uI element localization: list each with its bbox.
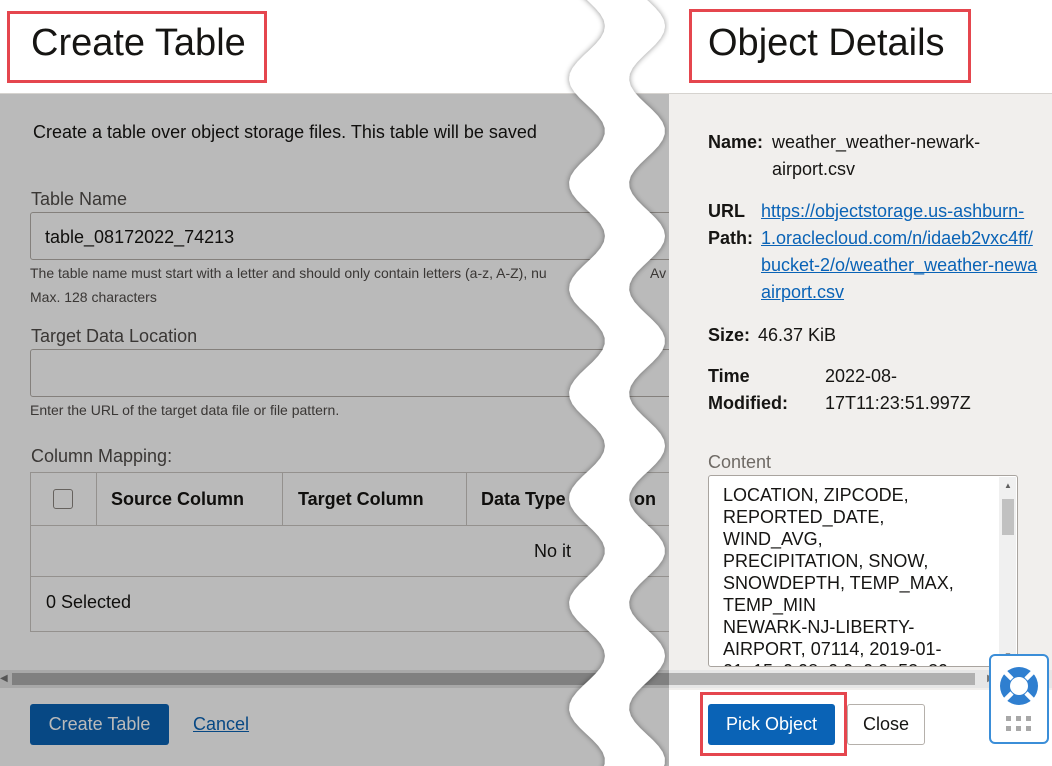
scrollbar-thumb[interactable] [669,673,975,685]
name-value-line1: weather_weather-newark- [772,132,981,152]
lifebuoy-icon [1000,667,1038,731]
content-textarea[interactable]: LOCATION, ZIPCODE, REPORTED_DATE, WIND_A… [708,475,1018,667]
torn-edge-divider [569,0,665,766]
column-mapping-label: Column Mapping: [31,446,173,466]
url-link-line4[interactable]: airport.csv [761,282,844,302]
button-highlight-box [700,692,847,756]
selected-count: 0 Selected [46,592,132,612]
header-target-column[interactable]: Target Column [298,489,424,510]
url-link-line3[interactable]: bucket-2/o/weather_weather-newa [761,255,1037,275]
scroll-up-icon[interactable]: ▲ [1004,481,1012,490]
name-value-line2: airport.csv [772,159,856,179]
time-value-line2: 17T11:23:51.997Z [825,393,971,413]
url-label-line2: Path: [708,228,753,248]
close-button[interactable]: Close [847,704,925,745]
content-text: LOCATION, ZIPCODE, REPORTED_DATE, WIND_A… [723,485,954,666]
vertical-scrollbar[interactable]: ▲ ▼ [999,477,1016,665]
header-divider [466,473,467,525]
header-divider [282,473,283,525]
header-divider [96,473,97,525]
content-label: Content [708,452,772,472]
title-highlight-box [7,11,267,83]
table-name-max: Max. 128 characters [30,289,157,305]
checkbox-icon[interactable] [53,489,73,509]
size-value: 46.37 KiB [758,325,837,345]
grid-dots-icon [1006,716,1031,731]
size-label: Size: [708,325,751,345]
create-table-button[interactable]: Create Table [30,704,169,745]
url-link-line1[interactable]: https://objectstorage.us-ashburn- [761,201,1024,221]
table-name-help: The table name must start with a letter … [30,265,547,281]
cancel-link[interactable]: Cancel [193,714,249,735]
help-widget[interactable] [989,654,1049,744]
name-label: Name: [708,132,764,152]
url-label-line1: URL [708,201,745,221]
url-link[interactable]: https://objectstorage.us-ashburn- 1.orac… [761,198,1037,306]
intro-text: Create a table over object storage files… [33,122,537,142]
time-label-line2: Modified: [708,393,788,413]
url-link-line2[interactable]: 1.oraclecloud.com/n/idaeb2vxc4ff/ [761,228,1033,248]
table-name-label: Table Name [31,189,128,209]
table-name-value: table_08172022_74213 [45,227,235,247]
header-source-column[interactable]: Source Column [111,489,244,510]
target-location-help: Enter the URL of the target data file or… [30,402,340,418]
time-value-line1: 2022-08- [825,366,898,386]
object-details-panel: Object Details Name: weather_weather-new… [669,0,1052,766]
title-highlight-box [689,9,971,83]
time-label-line1: Time [708,366,750,386]
header-data-type[interactable]: Data Type [481,489,566,510]
target-location-label: Target Data Location [31,326,198,346]
table-name-help-text: The table name must start with a letter … [30,265,547,281]
scrollbar-thumb[interactable] [1002,499,1014,535]
scroll-left-icon[interactable]: ◀ [0,673,8,684]
